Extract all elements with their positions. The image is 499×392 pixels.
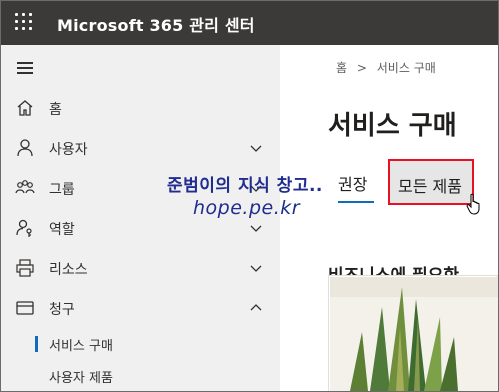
watermark-text: 준범이의 지식 창고.. xyxy=(167,176,323,196)
sidebar-item-label: 홈 xyxy=(49,102,62,118)
role-icon xyxy=(16,219,32,237)
tab-recommended[interactable]: 권장 xyxy=(338,171,367,195)
sidebar-subitem-label: 서비스 구매 xyxy=(49,339,113,354)
window-frame: Microsoft 365 관리 센터 홈 사용자 그룹 역할 리소스 청구 서… xyxy=(0,0,499,392)
sidebar-item-billing[interactable]: 청구 xyxy=(1,290,280,326)
chevron-down-icon xyxy=(250,225,262,232)
sidebar-subitem-purchase-services[interactable]: 서비스 구매 xyxy=(1,330,280,358)
chevron-down-icon xyxy=(250,145,262,152)
active-tab-indicator xyxy=(338,201,374,203)
hand-cursor-icon xyxy=(466,193,480,215)
plant-image xyxy=(330,277,498,391)
person-icon xyxy=(17,139,33,157)
sidebar-item-home[interactable]: 홈 xyxy=(1,90,280,126)
sidebar-subitem-label: 사용자 제품 xyxy=(49,371,113,386)
sidebar-item-label: 청구 xyxy=(49,302,75,318)
main-content: 홈 > 서비스 구매 서비스 구매 권장 모든 제품 비즈니스에 필요한 xyxy=(280,45,498,391)
group-icon xyxy=(15,180,35,194)
sidebar-item-label: 리소스 xyxy=(49,262,88,278)
sidebar-item-users[interactable]: 사용자 xyxy=(1,130,280,166)
chevron-up-icon xyxy=(250,304,262,311)
breadcrumb-current: 서비스 구매 xyxy=(376,61,436,75)
sidebar-subitem-your-products[interactable]: 사용자 제품 xyxy=(1,362,280,390)
chevron-down-icon xyxy=(250,265,262,272)
waffle-icon[interactable] xyxy=(15,13,35,33)
card-icon xyxy=(16,301,34,315)
printer-icon xyxy=(16,259,34,277)
selected-indicator xyxy=(35,336,38,352)
sidebar-item-label: 역할 xyxy=(49,222,75,238)
page-title: 서비스 구매 xyxy=(328,111,457,141)
breadcrumb: 홈 > 서비스 구매 xyxy=(336,59,436,76)
watermark-url: hope.pe.kr xyxy=(193,197,301,219)
breadcrumb-home[interactable]: 홈 xyxy=(336,61,347,75)
app-title: Microsoft 365 관리 센터 xyxy=(57,16,255,35)
sidebar-item-resources[interactable]: 리소스 xyxy=(1,250,280,286)
hamburger-icon[interactable] xyxy=(17,62,33,74)
top-bar: Microsoft 365 관리 센터 xyxy=(1,1,498,45)
tab-label: 모든 제품 xyxy=(398,177,462,196)
home-icon xyxy=(17,100,33,116)
breadcrumb-separator: > xyxy=(356,61,367,75)
tab-all-products[interactable]: 모든 제품 xyxy=(388,159,474,205)
sidebar-item-label: 그룹 xyxy=(49,182,75,198)
sidebar-item-label: 사용자 xyxy=(49,142,88,158)
